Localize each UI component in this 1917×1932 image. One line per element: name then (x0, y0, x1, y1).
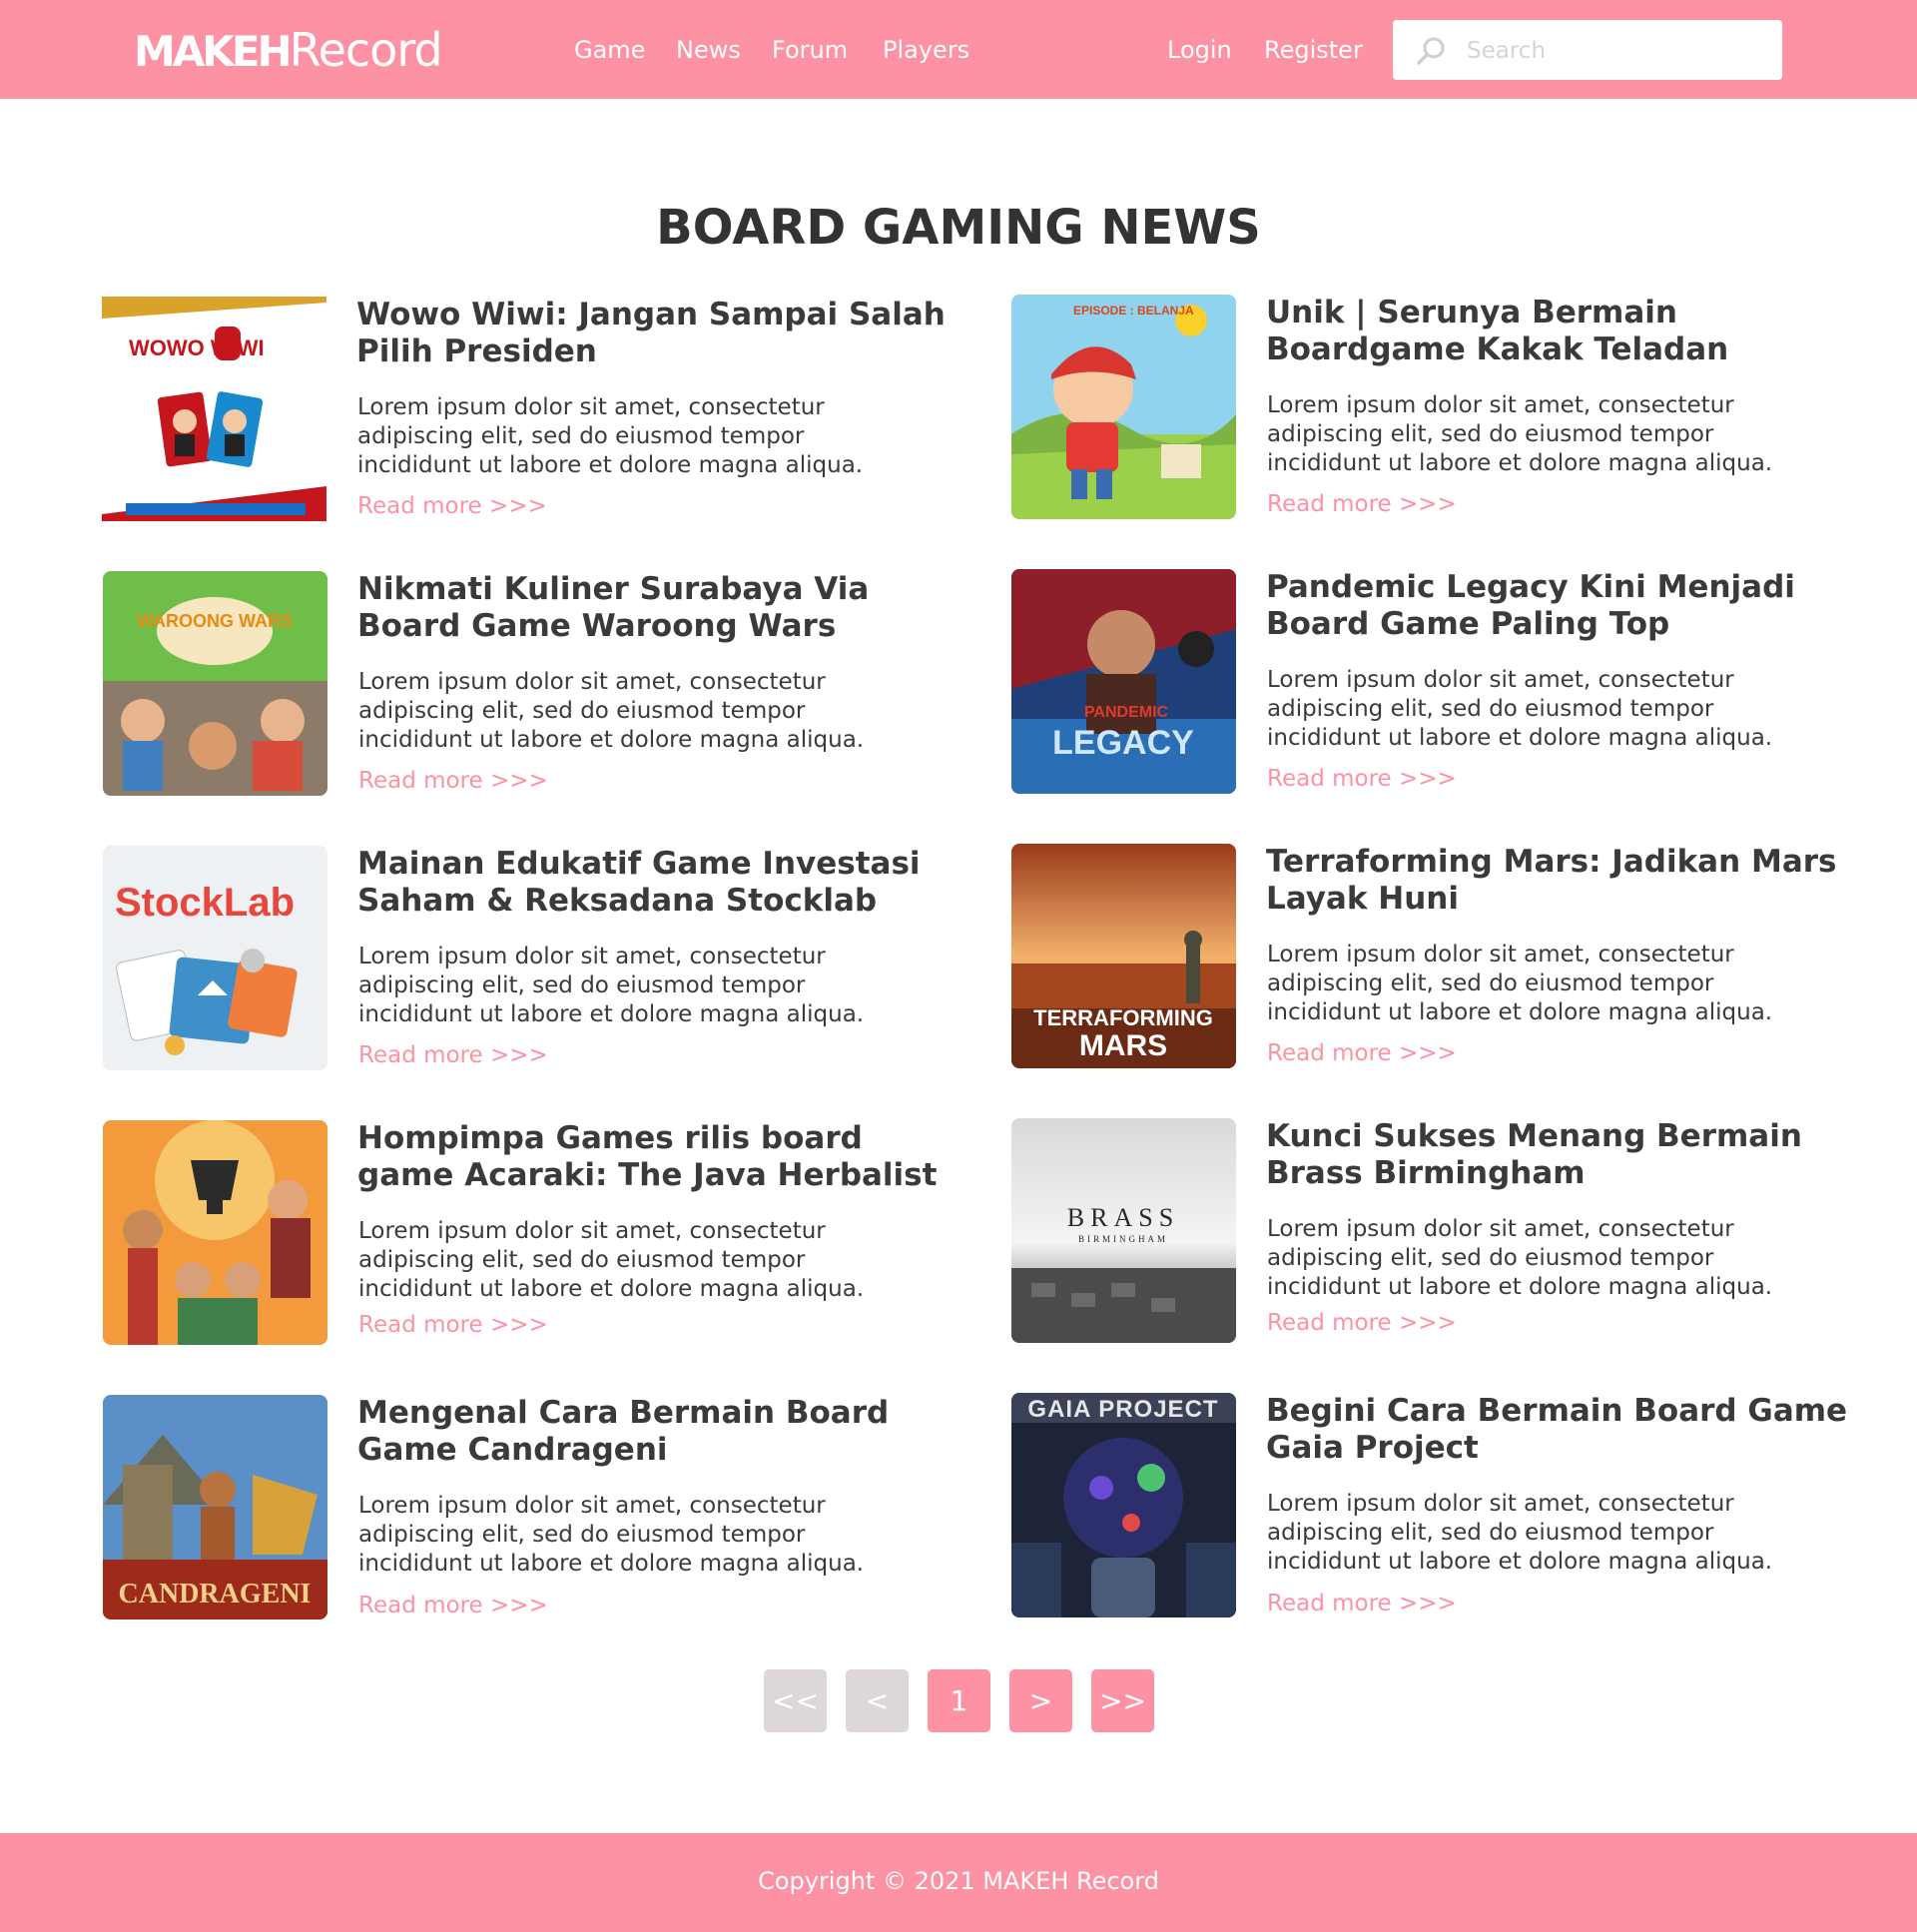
read-more-link[interactable]: Read more >>> (1267, 766, 1457, 792)
logo-light-text: Record (289, 23, 443, 77)
pagination-first-button[interactable]: << (764, 1669, 827, 1732)
top-navbar: MAKEHRecord Game News Forum Players Logi… (0, 0, 1917, 99)
news-thumbnail[interactable]: StockLab (103, 846, 327, 1070)
news-excerpt: Lorem ipsum dolor sit amet, consectetur … (1267, 392, 1773, 476)
read-more-link[interactable]: Read more >>> (358, 1042, 548, 1068)
news-title[interactable]: Mainan Edukatif Game Investasi Saham & R… (357, 846, 957, 920)
news-excerpt: Lorem ipsum dolor sit amet, consectetur … (1267, 942, 1773, 1025)
copyright-text: Copyright © 2021 MAKEH Record (758, 1867, 1159, 1895)
news-card-wowo-wiwi: WOWO WIWI Wowo Wiwi: Jangan Sampai Salah… (102, 297, 960, 526)
news-excerpt: Lorem ipsum dolor sit amet, consectetur … (358, 669, 865, 753)
read-more-link[interactable]: Read more >>> (1267, 491, 1457, 517)
news-card-stocklab: StockLab Mainan Edukatif Game Investasi … (103, 846, 961, 1075)
news-card-kakak-teladan: EPISODE : BELANJA Unik | Serunya Bermain… (1011, 295, 1870, 524)
cover-title-text: EPISODE : BELANJA (1073, 304, 1194, 318)
read-more-link[interactable]: Read more >>> (357, 493, 547, 519)
news-thumbnail[interactable]: GAIA PROJECT (1011, 1393, 1236, 1617)
news-title[interactable]: Mengenal Cara Bermain Board Game Candrag… (357, 1395, 957, 1469)
news-title[interactable]: Begini Cara Bermain Board Game Gaia Proj… (1266, 1393, 1865, 1467)
pagination-prev-button[interactable]: < (846, 1669, 909, 1732)
nav-link-forum[interactable]: Forum (772, 33, 848, 67)
news-thumbnail[interactable]: PANDEMIC LEGACY (1011, 569, 1236, 794)
svg-text:MARS: MARS (1079, 1029, 1167, 1062)
news-excerpt: Lorem ipsum dolor sit amet, consectetur … (358, 1493, 865, 1577)
news-thumbnail[interactable]: WAROONG WARS (103, 571, 327, 796)
cover-title-text: BRASS (1067, 1203, 1179, 1232)
cover-title-text: WAROONG WARS (137, 611, 293, 631)
news-excerpt: Lorem ipsum dolor sit amet, consectetur … (358, 1218, 865, 1302)
news-thumbnail[interactable]: CANDRAGENI (103, 1395, 327, 1619)
cover-title-text: CANDRAGENI (119, 1579, 312, 1610)
pagination-last-button[interactable]: >> (1091, 1669, 1154, 1732)
news-title[interactable]: Wowo Wiwi: Jangan Sampai Salah Pilih Pre… (356, 297, 956, 370)
news-excerpt: Lorem ipsum dolor sit amet, consectetur … (1267, 667, 1773, 751)
news-thumbnail[interactable]: TERRAFORMING MARS (1011, 844, 1236, 1068)
cover-title-text: WOWO WIWI (129, 335, 265, 360)
news-thumbnail[interactable]: WOWO WIWI (102, 297, 326, 521)
login-link[interactable]: Login (1167, 33, 1232, 67)
read-more-link[interactable]: Read more >>> (358, 768, 548, 794)
news-title[interactable]: Nikmati Kuliner Surabaya Via Board Game … (357, 571, 957, 645)
nav-link-news[interactable]: News (676, 33, 741, 67)
news-excerpt: Lorem ipsum dolor sit amet, consectetur … (358, 944, 865, 1027)
news-thumbnail[interactable]: EPISODE : BELANJA (1011, 295, 1236, 519)
cover-title-text: GAIA PROJECT (1027, 1396, 1218, 1423)
news-title[interactable]: Unik | Serunya Bermain Boardgame Kakak T… (1266, 295, 1865, 368)
cover-title-text: StockLab (115, 881, 295, 925)
news-excerpt: Lorem ipsum dolor sit amet, consectetur … (1267, 1216, 1773, 1300)
news-title[interactable]: Kunci Sukses Menang Bermain Brass Birmin… (1266, 1118, 1865, 1192)
news-card-candrageni: CANDRAGENI Mengenal Cara Bermain Board G… (103, 1395, 961, 1624)
news-thumbnail[interactable]: BRASS BIRMINGHAM (1011, 1118, 1236, 1343)
footer: Copyright © 2021 MAKEH Record (0, 1833, 1917, 1932)
svg-text:BIRMINGHAM: BIRMINGHAM (1078, 1234, 1168, 1244)
site-logo[interactable]: MAKEHRecord (134, 20, 443, 80)
news-card-acaraki: Hompimpa Games rilis board game Acaraki:… (103, 1120, 961, 1350)
read-more-link[interactable]: Read more >>> (1267, 1310, 1457, 1336)
logo-bold-text: MAKEH (134, 27, 293, 76)
news-card-gaia-project: GAIA PROJECT Begini Cara Bermain Board G… (1011, 1393, 1870, 1622)
news-card-terraforming-mars: TERRAFORMING MARS Terraforming Mars: Jad… (1011, 844, 1870, 1073)
news-title[interactable]: Terraforming Mars: Jadikan Mars Layak Hu… (1266, 844, 1865, 918)
search-input[interactable] (1465, 30, 1768, 72)
news-title[interactable]: Hompimpa Games rilis board game Acaraki:… (357, 1120, 957, 1194)
svg-text:TERRAFORMING: TERRAFORMING (1033, 1005, 1213, 1030)
news-title[interactable]: Pandemic Legacy Kini Menjadi Board Game … (1266, 569, 1865, 643)
nav-link-players[interactable]: Players (883, 33, 969, 67)
search-box[interactable] (1393, 20, 1782, 80)
pagination-next-button[interactable]: > (1009, 1669, 1072, 1732)
svg-text:PANDEMIC: PANDEMIC (1084, 704, 1169, 721)
news-thumbnail[interactable] (103, 1120, 327, 1345)
read-more-link[interactable]: Read more >>> (1267, 1040, 1457, 1066)
search-icon[interactable] (1415, 35, 1447, 67)
news-card-brass-birmingham: BRASS BIRMINGHAM Kunci Sukses Menang Ber… (1011, 1118, 1870, 1348)
pagination-page-1[interactable]: 1 (928, 1669, 990, 1732)
nav-link-game[interactable]: Game (574, 33, 645, 67)
news-card-waroong-wars: WAROONG WARS Nikmati Kuliner Surabaya Vi… (103, 571, 961, 801)
news-card-pandemic-legacy: PANDEMIC LEGACY Pandemic Legacy Kini Men… (1011, 569, 1870, 799)
read-more-link[interactable]: Read more >>> (1267, 1591, 1457, 1616)
news-excerpt: Lorem ipsum dolor sit amet, consectetur … (1267, 1491, 1773, 1575)
register-link[interactable]: Register (1264, 33, 1363, 67)
news-excerpt: Lorem ipsum dolor sit amet, consectetur … (357, 394, 864, 478)
read-more-link[interactable]: Read more >>> (358, 1593, 548, 1618)
page-title: BOARD GAMING NEWS (656, 200, 1261, 256)
read-more-link[interactable]: Read more >>> (358, 1312, 548, 1338)
svg-text:LEGACY: LEGACY (1052, 724, 1194, 762)
